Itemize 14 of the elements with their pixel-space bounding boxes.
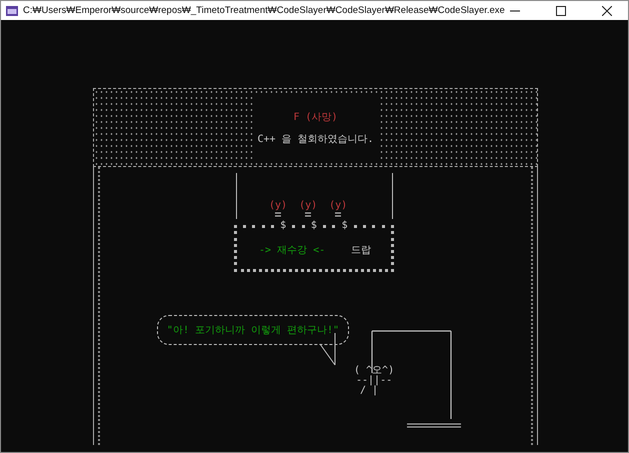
bulb-glyph: (y) <box>269 200 288 211</box>
dollar-sign: $ <box>280 221 286 231</box>
window-title: C:₩Users₩Emperor₩source₩repos₩_TimetoTreatment₩CodeSlayer₩CodeSlayer₩Release₩CodeSlayer.exe <box>23 5 505 16</box>
result-message: C++ 을 철회하였습니다. <box>257 132 374 146</box>
bulb-glyph: (y) <box>329 200 348 211</box>
dollar-sign: $ <box>342 221 348 231</box>
menu-option[interactable]: 드랍 <box>351 243 372 257</box>
hanged-arms: --||-- <box>356 376 392 386</box>
menu-option[interactable]: -> 재수강 <- <box>259 243 326 257</box>
grade-text: F (사망) <box>293 110 338 124</box>
bulb-glyph: (y) <box>299 200 318 211</box>
dollar-sign: $ <box>310 221 317 231</box>
speech-text: "아! 포기하니까 이렇게 편하구나!" <box>166 324 340 337</box>
hanged-legs: / | <box>360 386 378 396</box>
